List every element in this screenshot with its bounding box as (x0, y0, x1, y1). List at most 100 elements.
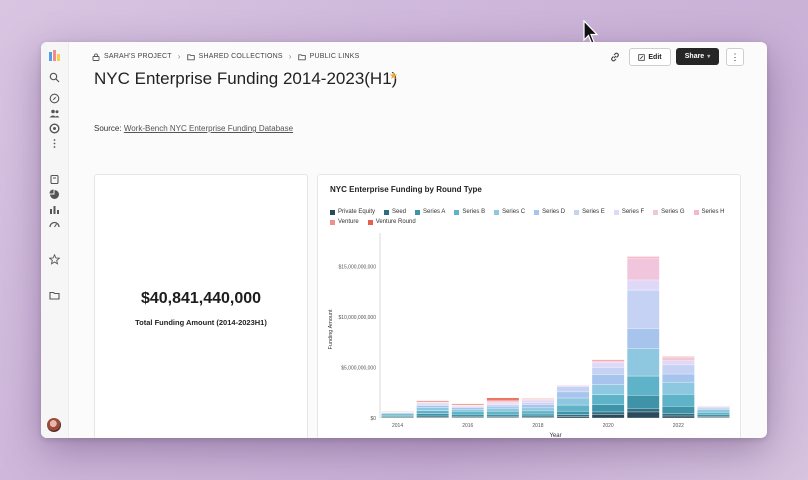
link-icon[interactable] (608, 50, 622, 64)
bar-segment (451, 414, 485, 417)
bar-segment (451, 403, 485, 405)
breadcrumb-label: PUBLIC LINKS (309, 53, 360, 60)
avatar[interactable] (47, 418, 61, 432)
bar-segment (591, 367, 625, 375)
bar-segment (591, 361, 625, 363)
bar-segment (591, 411, 625, 415)
bar-segment (416, 415, 449, 418)
bar-segment (591, 360, 625, 362)
bar-segment (556, 391, 590, 399)
bar-segment (416, 405, 449, 408)
bar-segment (626, 395, 660, 409)
star-icon[interactable]: ★ (389, 71, 398, 82)
edit-button[interactable]: Edit (629, 48, 671, 66)
bar-segment (697, 411, 730, 415)
bar-segment (486, 399, 520, 402)
breadcrumb-item-project[interactable]: SARAH'S PROJECT (92, 53, 172, 61)
database-icon[interactable] (49, 123, 60, 134)
bar-segment (556, 386, 590, 393)
y-axis-label: Funding Amount (328, 309, 334, 350)
bar-segment (591, 414, 625, 419)
book-icon[interactable] (49, 174, 60, 185)
share-label: Share (684, 53, 705, 60)
bar-segment (662, 415, 695, 419)
share-button[interactable]: Share ▾ (676, 48, 719, 65)
source-link[interactable]: Work-Bench NYC Enterprise Funding Databa… (124, 124, 293, 133)
chevron-down-icon: ▾ (707, 54, 711, 60)
bar-segment (662, 413, 695, 417)
bar-segment (697, 406, 730, 409)
bar-segment (591, 359, 625, 361)
bar-segment (556, 385, 590, 387)
bar-segment (626, 348, 660, 377)
kpi-label: Total Funding Amount (2014-2023H1) (135, 318, 267, 327)
bar-segment (416, 410, 449, 414)
bar-segment (626, 411, 660, 419)
icon-sidebar (41, 42, 69, 438)
bar-segment (697, 414, 730, 417)
main-content: SARAH'S PROJECT › SHARED COLLECTIONS › P… (68, 42, 767, 438)
bar-segment (626, 289, 660, 329)
folder-icon (186, 53, 195, 60)
source-text: Source: Work-Bench NYC Enterprise Fundin… (94, 124, 293, 133)
chart-card: NYC Enterprise Funding by Round Type Pri… (317, 174, 741, 438)
bar-segment (521, 398, 555, 399)
gauge-icon[interactable] (49, 219, 60, 230)
lock-icon (92, 53, 100, 61)
x-tick-label: 2022 (673, 423, 684, 429)
bar-chart-icon[interactable] (49, 204, 60, 215)
bar-segment (451, 416, 485, 418)
bar-segment (451, 406, 485, 408)
bar-segment (591, 394, 625, 406)
bar-segment (626, 375, 660, 396)
mouse-cursor-icon (583, 20, 599, 44)
bar-segment (416, 407, 449, 411)
bar-segment (486, 416, 520, 418)
edit-label: Edit (648, 53, 662, 61)
bar-segment (591, 404, 625, 413)
bar-segment (451, 407, 485, 410)
bar-segment (521, 399, 555, 401)
bar-segment (556, 416, 590, 419)
bar-segment (626, 279, 660, 291)
bar-segment (626, 256, 660, 259)
star-icon[interactable] (49, 254, 60, 265)
pie-chart-icon[interactable] (49, 189, 60, 200)
bar-segment (662, 364, 695, 375)
bar-segment (486, 414, 520, 417)
bar-segment (662, 381, 695, 395)
app-logo-icon[interactable] (49, 50, 60, 61)
chevron-right-icon: › (177, 52, 181, 61)
bar-segment (486, 405, 520, 409)
folder-icon[interactable] (49, 290, 60, 301)
x-tick-label: 2016 (462, 423, 473, 429)
folder-icon (297, 53, 306, 60)
source-prefix: Source: (94, 124, 122, 133)
bar-segment (697, 407, 730, 410)
breadcrumb-item-shared-collections[interactable]: SHARED COLLECTIONS (186, 53, 283, 61)
bar-segment (486, 410, 520, 415)
bar-segment (626, 328, 660, 349)
bar-segment (662, 356, 695, 358)
bar-segment (591, 362, 625, 368)
kpi-value: $40,841,440,000 (140, 290, 262, 307)
chart-plot: $0 $5,000,000,000 $10,000,000,000 $15,000,0… (328, 233, 730, 438)
compass-icon[interactable] (49, 93, 60, 104)
search-icon[interactable] (49, 72, 60, 83)
more-options-button[interactable]: ⋮ (726, 48, 744, 66)
y-tick-label: $15,000,000,000 (338, 264, 376, 270)
app-window: SARAH'S PROJECT › SHARED COLLECTIONS › P… (41, 42, 767, 438)
breadcrumb: SARAH'S PROJECT › SHARED COLLECTIONS › P… (92, 52, 360, 61)
bar-segment (556, 397, 590, 406)
people-icon[interactable] (49, 108, 60, 119)
breadcrumb-item-public-links[interactable]: PUBLIC LINKS (297, 53, 360, 61)
bar-segment (521, 404, 555, 409)
more-vertical-icon[interactable] (49, 138, 60, 149)
x-tick-label: 2020 (603, 423, 614, 429)
bar-segment (486, 397, 520, 401)
bar-segment (381, 412, 414, 415)
bar-segment (662, 357, 695, 362)
bar-segment (381, 413, 414, 416)
bar-segment (486, 402, 520, 405)
bar-segment (521, 410, 555, 415)
